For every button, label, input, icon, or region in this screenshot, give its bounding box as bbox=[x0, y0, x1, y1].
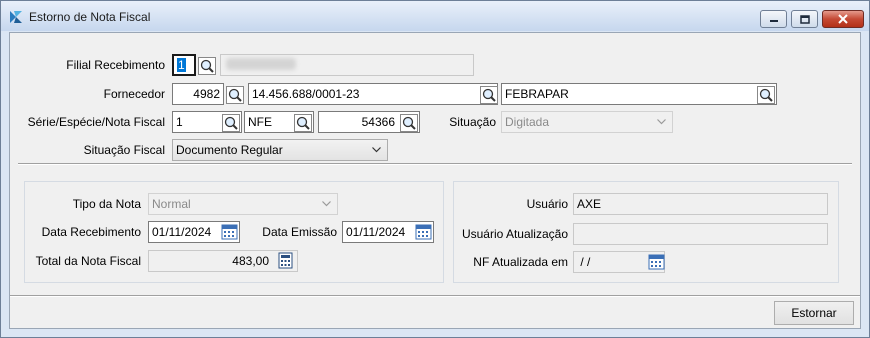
situacao-fiscal-combo[interactable]: Documento Regular bbox=[172, 139, 388, 161]
especie-lookup-icon[interactable] bbox=[294, 114, 312, 132]
minimize-icon bbox=[769, 20, 778, 22]
tipo-nota-label: Tipo da Nota bbox=[72, 197, 141, 211]
nf-atualizada-label: NF Atualizada em bbox=[473, 255, 568, 269]
total-nota-label: Total da Nota Fiscal bbox=[35, 254, 141, 268]
title-bar: Estorno de Nota Fiscal bbox=[1, 1, 869, 31]
filial-label: Filial Recebimento bbox=[66, 58, 165, 72]
situacao-value: Digitada bbox=[505, 115, 550, 129]
chevron-down-icon bbox=[372, 147, 381, 153]
calendar-icon[interactable] bbox=[221, 223, 238, 240]
situacao-label: Situação bbox=[449, 115, 496, 129]
serie-label: Série/Espécie/Nota Fiscal bbox=[27, 115, 165, 129]
fornecedor-name-lookup-icon[interactable] bbox=[757, 86, 775, 104]
tipo-nota-value: Normal bbox=[152, 197, 191, 211]
situacao-fiscal-value: Documento Regular bbox=[176, 143, 283, 157]
total-nota-field: 483,00 bbox=[148, 250, 298, 272]
serie-lookup-icon[interactable] bbox=[222, 114, 240, 132]
close-button[interactable] bbox=[822, 10, 864, 28]
chevron-down-icon bbox=[322, 201, 331, 207]
calculator-icon[interactable] bbox=[277, 252, 294, 269]
usuario-atualizacao-label: Usuário Atualização bbox=[461, 227, 568, 241]
window-title: Estorno de Nota Fiscal bbox=[29, 10, 151, 24]
filial-code-value: 1 bbox=[177, 58, 186, 72]
usuario-field: AXE bbox=[573, 193, 828, 215]
chevron-down-icon bbox=[657, 119, 666, 125]
tipo-nota-combo: Normal bbox=[148, 193, 338, 215]
fornecedor-name-field[interactable]: FEBRAPAR bbox=[501, 83, 777, 105]
footer-divider bbox=[10, 295, 860, 297]
filial-code-field[interactable]: 1 bbox=[172, 54, 196, 76]
minimize-button[interactable] bbox=[760, 10, 787, 28]
form-body: Filial Recebimento 1 Fornecedor 4982 14.… bbox=[9, 32, 861, 329]
usuario-atualizacao-field bbox=[573, 223, 828, 245]
fornecedor-cnpj-field[interactable]: 14.456.688/0001-23 bbox=[248, 83, 498, 105]
cnpj-lookup-icon[interactable] bbox=[480, 86, 498, 104]
data-emissao-label: Data Emissão bbox=[262, 225, 337, 239]
fornecedor-label: Fornecedor bbox=[103, 87, 165, 101]
fornecedor-code-field[interactable]: 4982 bbox=[172, 83, 224, 105]
situacao-combo: Digitada bbox=[501, 111, 673, 133]
usuario-label: Usuário bbox=[526, 197, 568, 211]
nota-info-group: Tipo da Nota Normal Data Recebimento 01/… bbox=[24, 181, 444, 283]
estornar-button[interactable]: Estornar bbox=[774, 301, 854, 325]
situacao-fiscal-label: Situação Fiscal bbox=[83, 143, 165, 157]
calendar-icon[interactable] bbox=[648, 253, 665, 270]
filial-name-field bbox=[220, 54, 474, 76]
fornecedor-lookup-icon[interactable] bbox=[226, 86, 244, 104]
app-logo-icon bbox=[10, 11, 22, 23]
usuario-info-group: Usuário AXE Usuário Atualização NF Atual… bbox=[453, 181, 839, 283]
calendar-icon[interactable] bbox=[415, 223, 432, 240]
data-recebimento-label: Data Recebimento bbox=[41, 225, 141, 239]
maximize-icon bbox=[799, 14, 810, 24]
section-divider bbox=[18, 163, 852, 165]
maximize-button[interactable] bbox=[791, 10, 818, 28]
window: Estorno de Nota Fiscal Filial Recebiment… bbox=[0, 0, 870, 338]
nota-fiscal-lookup-icon[interactable] bbox=[400, 114, 418, 132]
filial-lookup-icon[interactable] bbox=[198, 57, 216, 75]
close-icon bbox=[838, 14, 848, 24]
filial-name-redacted bbox=[226, 58, 296, 70]
